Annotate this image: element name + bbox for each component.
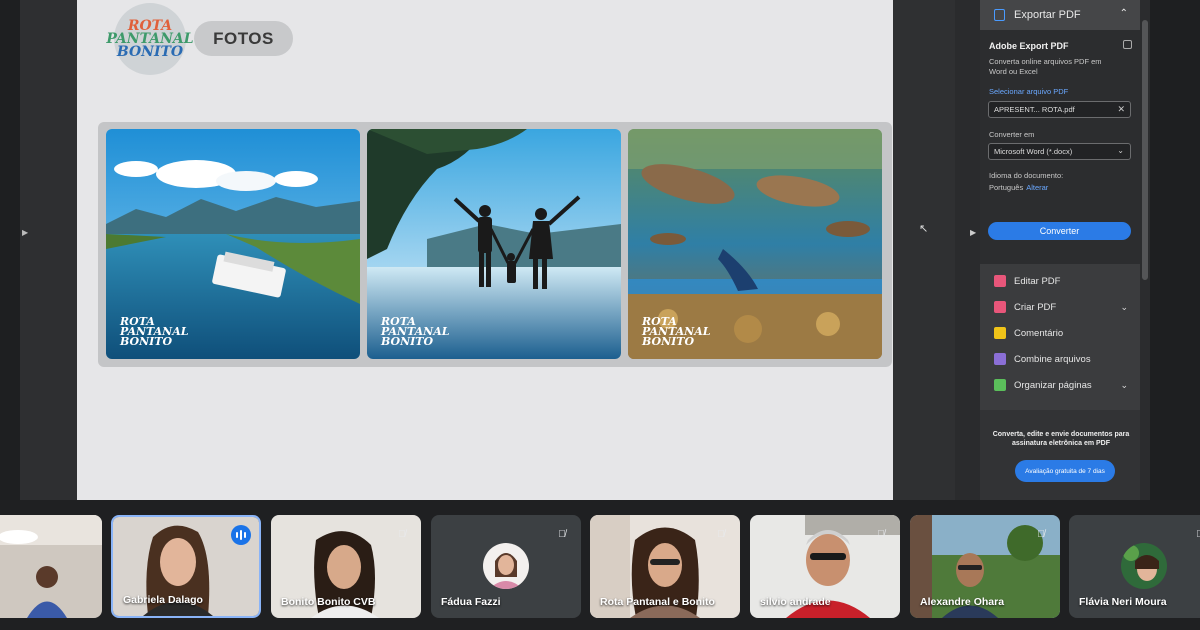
export-pdf-card: Adobe Export PDF Converta online arquivo… (980, 30, 1140, 264)
tool-comment[interactable]: Comentário (980, 320, 1140, 346)
expand-left-icon[interactable]: ▶ (22, 228, 28, 237)
scroll-thumb[interactable] (1142, 20, 1148, 280)
participant-name: silvio andrade (760, 596, 831, 608)
create-pdf-icon (994, 301, 1006, 313)
participants-strip: Gabriela Dalago 🎙̸ Bonito Bonito CVB 🎙̸ … (0, 500, 1200, 630)
selected-file-field[interactable]: APRESENT... ROTA.pdf ✕ (988, 101, 1131, 118)
tool-organize-pages[interactable]: Organizar páginas ⌄ (980, 372, 1140, 398)
organize-pages-icon (994, 379, 1006, 391)
tool-edit-pdf[interactable]: Editar PDF (980, 268, 1140, 294)
expand-right-icon[interactable]: ▶ (970, 228, 976, 237)
boat-river-photo: ROTA PANTANAL BONITO (106, 129, 360, 359)
presentation-page: ROTA PANTANAL BONITO FOTOS ROTA PANTANAL… (77, 0, 913, 500)
document-language-value: Português Alterar (989, 183, 1049, 192)
clear-file-icon[interactable]: ✕ (1117, 104, 1125, 115)
participant-tile[interactable]: 🎙̸ Bonito Bonito CVB (271, 515, 421, 618)
acrobat-tools-panel: Exportar PDF ⌃ Adobe Export PDF Converta… (980, 0, 1150, 500)
photo-watermark: ROTA PANTANAL BONITO (381, 315, 450, 348)
participant-tile[interactable]: 🎙̸ Rota Pantanal e Bonito (590, 515, 740, 618)
copy-icon[interactable] (1123, 40, 1132, 49)
avatar (483, 543, 529, 589)
participant-tile[interactable] (0, 515, 102, 618)
mic-off-icon: 🎙̸ (398, 528, 406, 540)
participant-name: Alexandre Ohara (920, 596, 1005, 608)
rota-pantanal-bonito-logo: ROTA PANTANAL BONITO (106, 3, 194, 75)
fotos-heading: FOTOS (194, 21, 293, 56)
mic-off-icon: 🎙̸ (877, 528, 885, 540)
convert-button[interactable]: Converter (988, 222, 1131, 240)
viewer-background (893, 0, 955, 500)
participant-name: Rota Pantanal e Bonito (600, 596, 715, 608)
card-title: Adobe Export PDF (989, 41, 1069, 51)
participant-tile[interactable]: 🎙̸ silvio andrade (750, 515, 900, 618)
avatar (1121, 543, 1167, 589)
participant-name: Gabriela Dalago (123, 594, 203, 606)
document-language-label: Idioma do documento: (989, 171, 1064, 180)
tool-combine-files[interactable]: Combine arquivos (980, 346, 1140, 372)
export-pdf-icon (994, 9, 1005, 21)
participant-tile[interactable]: 🎙̸ Flávia Neri Moura (1069, 515, 1200, 618)
promo-text: Converta, edite e envie documentos para … (992, 431, 1130, 447)
free-trial-button[interactable]: Avaliação gratuita de 7 dias (1015, 460, 1115, 482)
participant-name: Fádua Fazzi (441, 596, 501, 608)
export-pdf-header[interactable]: Exportar PDF ⌃ (980, 0, 1140, 30)
tool-create-pdf[interactable]: Criar PDF ⌄ (980, 294, 1140, 320)
promo-box: Converta, edite e envie documentos para … (980, 410, 1140, 500)
mic-off-icon: 🎙̸ (1196, 528, 1200, 540)
change-language-link[interactable]: Alterar (1026, 183, 1048, 192)
combine-files-icon (994, 353, 1006, 365)
participant-name: Flávia Neri Moura (1079, 596, 1167, 608)
panel-toggle[interactable]: ▶ (955, 0, 980, 500)
chevron-down-icon[interactable]: ⌄ (1120, 380, 1128, 391)
photo-watermark: ROTA PANTANAL BONITO (642, 315, 711, 348)
participant-tile-active[interactable]: Gabriela Dalago (111, 515, 261, 618)
format-select[interactable]: Microsoft Word (*.docx) ⌄ (988, 143, 1131, 160)
select-file-link[interactable]: Selecionar arquivo PDF (989, 87, 1068, 96)
underwater-fish-photo: ROTA PANTANAL BONITO (628, 129, 882, 359)
card-description: Converta online arquivos PDF em Word ou … (989, 57, 1102, 76)
photo-gallery: ROTA PANTANAL BONITO ROTA PANTANAL BONIT… (98, 122, 892, 367)
chevron-down-icon: ⌄ (1117, 146, 1124, 155)
family-silhouette-photo: ROTA PANTANAL BONITO (367, 129, 621, 359)
edit-pdf-icon (994, 275, 1006, 287)
mic-off-icon: 🎙̸ (1037, 528, 1045, 540)
comment-icon (994, 327, 1006, 339)
participant-tile[interactable]: 🎙̸ Fádua Fazzi (431, 515, 581, 618)
chevron-up-icon[interactable]: ⌃ (1120, 8, 1128, 19)
tools-list: Editar PDF Criar PDF ⌄ Comentário Combin… (980, 266, 1140, 410)
participant-tile[interactable]: 🎙̸ Alexandre Ohara (910, 515, 1060, 618)
panel-scrollbar[interactable] (1140, 0, 1150, 500)
mouse-cursor-icon: ↖ (919, 223, 929, 235)
mic-off-icon: 🎙̸ (717, 528, 725, 540)
mic-off-icon: 🎙̸ (558, 528, 566, 540)
participant-name: Bonito Bonito CVB (281, 596, 376, 608)
photo-watermark: ROTA PANTANAL BONITO (120, 315, 189, 348)
convert-to-label: Converter em (989, 130, 1035, 139)
left-gutter: ▶ (20, 0, 77, 500)
chevron-down-icon[interactable]: ⌄ (1120, 302, 1128, 313)
speaking-indicator-icon (231, 525, 251, 545)
